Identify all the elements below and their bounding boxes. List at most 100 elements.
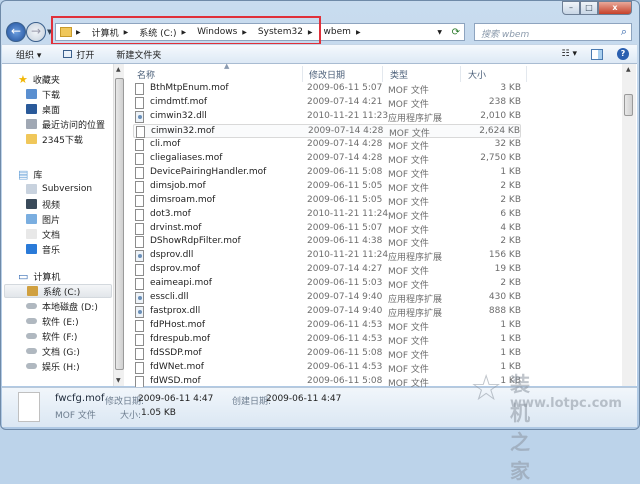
sidebar-item-label: 图片 xyxy=(42,215,61,226)
sidebar-item[interactable]: 软件 (F:) xyxy=(26,329,77,343)
scroll-up-arrow[interactable]: ▲ xyxy=(116,66,121,73)
file-row[interactable]: cimwin32.dll 2010-11-21 11:23 应用程序扩展 2,010 … xyxy=(133,110,521,124)
help-button[interactable]: ? xyxy=(617,48,629,60)
new-folder-label: 新建文件夹 xyxy=(116,50,162,61)
preview-pane-button[interactable] xyxy=(591,48,603,60)
file-date: 2009-06-11 5:03 xyxy=(307,278,383,289)
change-view-button[interactable]: ☷ ▾ xyxy=(562,49,577,59)
column-divider xyxy=(460,66,461,82)
open-icon xyxy=(63,50,73,58)
favorites-group-header[interactable]: ★ 收藏夹 xyxy=(18,72,60,86)
sidebar-item[interactable]: 软件 (E:) xyxy=(26,314,79,328)
file-row[interactable]: dsprov.dll 2010-11-21 11:24 应用程序扩展 156 KB xyxy=(133,249,521,263)
file-row[interactable]: fdSSDP.mof 2009-06-11 5:08 MOF 文件 1 KB xyxy=(133,347,521,361)
sort-arrow-icon: ▲ xyxy=(224,62,230,70)
sidebar-item[interactable]: 娱乐 (H:) xyxy=(26,359,80,373)
sidebar-item[interactable]: 系统 (C:) xyxy=(4,284,112,298)
sidebar-item[interactable]: 图片 xyxy=(26,212,60,226)
navigation-pane: ★ 收藏夹下载 桌面 最近访问的位置 2345下载 ▤ 库 Subversion 视频图片 文档音… xyxy=(2,64,113,386)
file-name: fdWSD.mof xyxy=(150,375,201,386)
file-name: dimsjob.mof xyxy=(150,180,206,191)
new-folder-button[interactable]: 新建文件夹 xyxy=(116,48,161,61)
chevron-right-icon[interactable]: ▶ xyxy=(356,29,361,36)
address-history-dropdown[interactable]: ▼ xyxy=(437,29,442,36)
sidebar-item-label: Subversion xyxy=(42,184,93,194)
minimize-button[interactable]: – xyxy=(562,1,580,15)
favorites-label: 收藏夹 xyxy=(32,75,60,86)
file-row[interactable]: drvinst.mof 2009-06-11 5:07 MOF 文件 4 KB xyxy=(133,222,521,236)
column-header-size[interactable]: 大小 xyxy=(468,68,486,81)
file-row[interactable]: dimsjob.mof 2009-06-11 5:05 MOF 文件 2 KB xyxy=(133,180,521,194)
search-input[interactable]: 搜索 wbem ⌕ xyxy=(474,23,632,41)
sidebar-item[interactable]: 视频 xyxy=(26,197,60,211)
file-row[interactable]: cliegaliases.mof 2009-07-14 4:28 MOF 文件 2,7… xyxy=(133,152,521,166)
search-icon[interactable]: ⌕ xyxy=(621,25,627,39)
file-row[interactable]: cimwin32.mof 2009-07-14 4:28 MOF 文件 2,624 K… xyxy=(133,123,521,139)
sidebar-item[interactable]: 文档 (G:) xyxy=(26,344,80,358)
file-list-scrollbar[interactable]: ▲ xyxy=(622,64,636,386)
file-type: MOF 文件 xyxy=(388,183,429,194)
file-size: 2 KB xyxy=(500,194,521,205)
file-type: MOF 文件 xyxy=(388,267,429,278)
computer-group-header[interactable]: ▭ 计算机 xyxy=(18,269,60,283)
scroll-up-arrow[interactable]: ▲ xyxy=(626,66,631,73)
column-header-name[interactable]: 名称 xyxy=(137,68,155,81)
breadcrumb-item[interactable]: wbem ▶ xyxy=(324,27,366,37)
back-button[interactable]: ← xyxy=(6,22,26,42)
scrollbar-thumb[interactable] xyxy=(624,94,633,116)
file-name: fdSSDP.mof xyxy=(150,348,202,359)
file-date: 2009-06-11 5:07 xyxy=(307,83,383,93)
scrollbar-thumb[interactable] xyxy=(115,78,124,370)
close-button[interactable]: x xyxy=(598,1,632,15)
file-row[interactable]: cimdmtf.mof 2009-07-14 4:21 MOF 文件 238 KB xyxy=(133,96,521,110)
sidebar-item-label: 音乐 xyxy=(42,245,61,256)
column-header-type[interactable]: 类型 xyxy=(390,68,408,81)
file-row[interactable]: dsprov.mof 2009-07-14 4:27 MOF 文件 19 KB xyxy=(133,263,521,277)
file-size: 2,624 KB xyxy=(479,125,520,136)
file-size: 2,010 KB xyxy=(480,110,521,121)
file-row[interactable]: cli.mof 2009-07-14 4:28 MOF 文件 32 KB xyxy=(133,138,521,152)
file-date: 2009-07-14 9:40 xyxy=(307,306,383,317)
drive-icon xyxy=(26,318,37,324)
selected-filename: fwcfg.mof xyxy=(55,393,105,404)
open-button[interactable]: 打开 xyxy=(63,48,94,61)
organize-button[interactable]: 组织 ▾ xyxy=(16,48,41,61)
sidebar-item[interactable]: 本地磁盘 (D:) xyxy=(26,299,98,313)
computer-label: 计算机 xyxy=(33,272,61,283)
sidebar-item[interactable]: 桌面 xyxy=(26,102,60,116)
file-row[interactable]: DevicePairingHandler.mof 2009-06-11 5:08 M… xyxy=(133,166,521,180)
sidebar-item[interactable]: 最近访问的位置 xyxy=(26,117,105,131)
sidebar-item[interactable]: Subversion xyxy=(26,182,92,196)
dll-file-icon xyxy=(135,306,144,319)
file-row[interactable]: esscli.dll 2009-07-14 9:40 应用程序扩展 430 KB xyxy=(133,291,521,305)
sidebar-item[interactable]: 文档 xyxy=(26,227,60,241)
maximize-button[interactable]: □ xyxy=(580,1,598,15)
file-row[interactable]: BthMtpEnum.mof 2009-06-11 5:07 MOF 文件 3 KB xyxy=(133,82,521,96)
breadcrumb-label: wbem xyxy=(323,27,351,37)
file-name: DevicePairingHandler.mof xyxy=(150,166,267,177)
sidebar-item-label: 下载 xyxy=(42,90,61,101)
column-header-date[interactable]: 修改日期 xyxy=(309,68,345,81)
file-icon xyxy=(136,125,145,138)
file-row[interactable]: dot3.mof 2010-11-21 11:24 MOF 文件 6 KB xyxy=(133,208,521,222)
file-row[interactable]: dimsroam.mof 2009-06-11 5:05 MOF 文件 2 KB xyxy=(133,194,521,208)
file-name: cimdmtf.mof xyxy=(150,96,208,107)
scroll-down-arrow[interactable]: ▼ xyxy=(116,377,121,384)
folder-icon xyxy=(26,214,37,224)
sidebar-item[interactable]: 音乐 xyxy=(26,242,60,256)
search-placeholder: 搜索 wbem xyxy=(481,30,530,40)
refresh-icon[interactable]: ⟳ xyxy=(452,27,460,38)
file-row[interactable]: fdrespub.mof 2009-06-11 4:53 MOF 文件 1 KB xyxy=(133,333,521,347)
file-row[interactable]: fdWNet.mof 2009-06-11 4:53 MOF 文件 1 KB xyxy=(133,361,521,375)
libraries-group-header[interactable]: ▤ 库 xyxy=(18,167,42,181)
file-date: 2009-06-11 5:08 xyxy=(307,348,383,359)
sidebar-item[interactable]: 2345下载 xyxy=(26,132,83,146)
file-row[interactable]: DShowRdpFilter.mof 2009-06-11 4:38 MOF 文件 2… xyxy=(133,235,521,249)
sidebar-item[interactable]: 下载 xyxy=(26,87,60,101)
navigation-scrollbar[interactable]: ▲ ▼ xyxy=(113,64,124,386)
file-row[interactable]: fastprox.dll 2009-07-14 9:40 应用程序扩展 888 KB xyxy=(133,305,521,319)
forward-button[interactable]: → xyxy=(26,22,46,42)
file-row[interactable]: eaimeapi.mof 2009-06-11 5:03 MOF 文件 2 KB xyxy=(133,277,521,291)
window-controls: – □ x xyxy=(562,1,632,15)
file-row[interactable]: fdPHost.mof 2009-06-11 4:53 MOF 文件 1 KB xyxy=(133,319,521,333)
